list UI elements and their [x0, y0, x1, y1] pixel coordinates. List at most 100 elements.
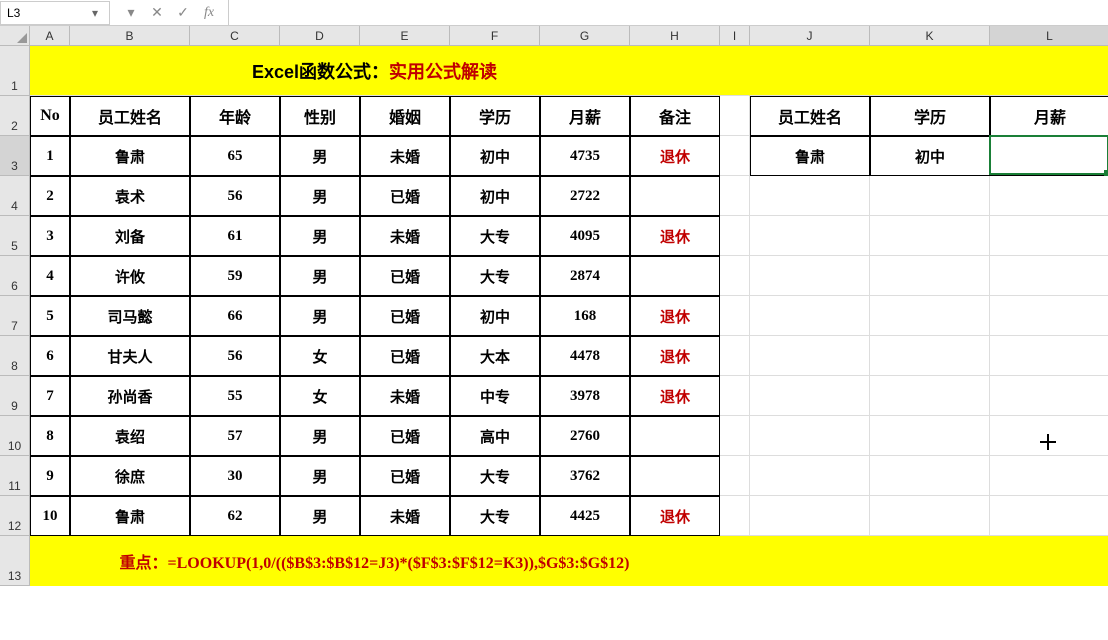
cell[interactable]	[750, 296, 870, 336]
data-cell[interactable]: 大专	[450, 216, 540, 256]
cell[interactable]	[720, 536, 750, 586]
column-header-E[interactable]: E	[360, 26, 450, 46]
data-cell[interactable]	[630, 416, 720, 456]
data-cell[interactable]: 4425	[540, 496, 630, 536]
cell[interactable]	[720, 376, 750, 416]
data-cell[interactable]: 65	[190, 136, 280, 176]
name-box-dropdown-icon[interactable]: ▾	[87, 6, 103, 20]
cell[interactable]	[750, 176, 870, 216]
cell[interactable]	[720, 46, 750, 96]
header-main[interactable]: 月薪	[540, 96, 630, 136]
row-header-1[interactable]: 1	[0, 46, 30, 96]
row-header-3[interactable]: 3	[0, 136, 30, 176]
data-cell[interactable]: 3	[30, 216, 70, 256]
data-cell[interactable]: 4	[30, 256, 70, 296]
data-cell[interactable]: 大本	[450, 336, 540, 376]
column-header-D[interactable]: D	[280, 26, 360, 46]
data-cell[interactable]: 2722	[540, 176, 630, 216]
data-cell[interactable]: 未婚	[360, 216, 450, 256]
data-cell[interactable]: 未婚	[360, 376, 450, 416]
row-header-2[interactable]: 2	[0, 96, 30, 136]
cell[interactable]	[750, 416, 870, 456]
header-main[interactable]: 备注	[630, 96, 720, 136]
cell[interactable]	[720, 336, 750, 376]
data-cell[interactable]: 已婚	[360, 296, 450, 336]
data-cell[interactable]: 57	[190, 416, 280, 456]
data-cell[interactable]: 未婚	[360, 496, 450, 536]
lookup-salary[interactable]	[990, 136, 1108, 176]
data-cell[interactable]: 已婚	[360, 256, 450, 296]
cell[interactable]	[990, 416, 1108, 456]
data-cell[interactable]: 59	[190, 256, 280, 296]
data-cell[interactable]: 袁绍	[70, 416, 190, 456]
lookup-name[interactable]: 鲁肃	[750, 136, 870, 176]
data-cell[interactable]: 男	[280, 496, 360, 536]
data-cell[interactable]: 退休	[630, 216, 720, 256]
data-cell[interactable]: 袁术	[70, 176, 190, 216]
lookup-edu[interactable]: 初中	[870, 136, 990, 176]
cell[interactable]	[990, 176, 1108, 216]
footer-cell[interactable]: 重点：=LOOKUP(1,0/(($B$3:$B$12=J3)*($F$3:$F…	[30, 536, 720, 586]
column-header-A[interactable]: A	[30, 26, 70, 46]
column-header-H[interactable]: H	[630, 26, 720, 46]
cell[interactable]	[870, 496, 990, 536]
cell[interactable]	[990, 256, 1108, 296]
data-cell[interactable]: 已婚	[360, 176, 450, 216]
confirm-icon[interactable]: ✓	[174, 4, 192, 22]
cell[interactable]	[990, 496, 1108, 536]
data-cell[interactable]: 2874	[540, 256, 630, 296]
data-cell[interactable]: 男	[280, 136, 360, 176]
cell[interactable]	[870, 376, 990, 416]
cell[interactable]	[720, 136, 750, 176]
data-cell[interactable]: 30	[190, 456, 280, 496]
data-cell[interactable]	[630, 176, 720, 216]
data-cell[interactable]	[630, 256, 720, 296]
cell[interactable]	[750, 376, 870, 416]
expand-icon[interactable]: ▾	[122, 4, 140, 22]
data-cell[interactable]: 许攸	[70, 256, 190, 296]
data-cell[interactable]: 3762	[540, 456, 630, 496]
row-header-6[interactable]: 6	[0, 256, 30, 296]
data-cell[interactable]: 男	[280, 216, 360, 256]
data-cell[interactable]: 退休	[630, 136, 720, 176]
data-cell[interactable]: 5	[30, 296, 70, 336]
data-cell[interactable]: 退休	[630, 496, 720, 536]
data-cell[interactable]: 未婚	[360, 136, 450, 176]
data-cell[interactable]: 56	[190, 176, 280, 216]
data-cell[interactable]: 退休	[630, 336, 720, 376]
row-header-11[interactable]: 11	[0, 456, 30, 496]
column-header-C[interactable]: C	[190, 26, 280, 46]
data-cell[interactable]: 鲁肃	[70, 136, 190, 176]
cell[interactable]	[870, 296, 990, 336]
row-header-4[interactable]: 4	[0, 176, 30, 216]
cell[interactable]	[720, 296, 750, 336]
header-main[interactable]: 婚姻	[360, 96, 450, 136]
cell[interactable]	[990, 46, 1108, 96]
data-cell[interactable]: 徐庶	[70, 456, 190, 496]
data-cell[interactable]: 8	[30, 416, 70, 456]
column-header-B[interactable]: B	[70, 26, 190, 46]
data-cell[interactable]: 6	[30, 336, 70, 376]
data-cell[interactable]: 56	[190, 336, 280, 376]
data-cell[interactable]: 男	[280, 176, 360, 216]
column-header-G[interactable]: G	[540, 26, 630, 46]
header-side[interactable]: 学历	[870, 96, 990, 136]
cell[interactable]	[990, 536, 1108, 586]
data-cell[interactable]: 168	[540, 296, 630, 336]
data-cell[interactable]: 初中	[450, 136, 540, 176]
cell[interactable]	[750, 496, 870, 536]
cell[interactable]	[870, 336, 990, 376]
cell[interactable]	[720, 96, 750, 136]
title-cell[interactable]: Excel函数公式：实用公式解读	[30, 46, 720, 96]
data-cell[interactable]: 初中	[450, 176, 540, 216]
data-cell[interactable]: 55	[190, 376, 280, 416]
cell[interactable]	[990, 296, 1108, 336]
data-cell[interactable]: 女	[280, 336, 360, 376]
cell[interactable]	[720, 416, 750, 456]
data-cell[interactable]: 2760	[540, 416, 630, 456]
cell[interactable]	[870, 416, 990, 456]
data-cell[interactable]: 大专	[450, 256, 540, 296]
header-main[interactable]: 学历	[450, 96, 540, 136]
data-cell[interactable]: 已婚	[360, 336, 450, 376]
data-cell[interactable]: 已婚	[360, 456, 450, 496]
